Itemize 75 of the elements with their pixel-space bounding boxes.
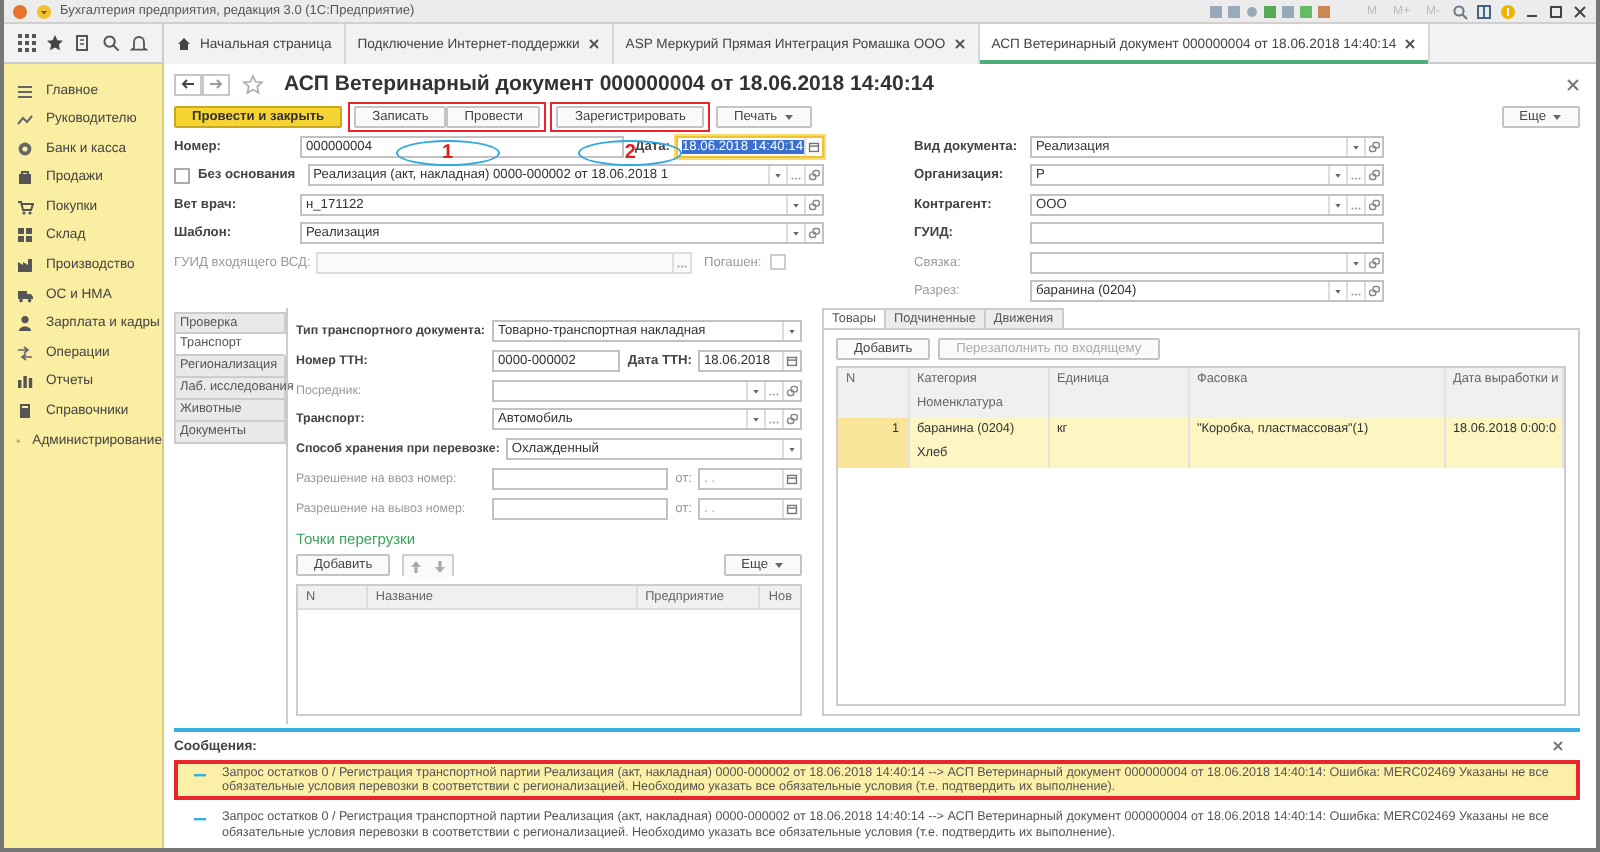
form-title: АСП Ветеринарный документ 000000004 от 18.06.2018 14:40:14 (284, 72, 935, 96)
dropdown-icon[interactable] (782, 440, 800, 459)
down-button[interactable] (428, 556, 453, 579)
caret-icon (774, 560, 784, 571)
dropdown-field[interactable] (492, 379, 802, 402)
input-field[interactable] (492, 467, 668, 490)
home-icon (176, 36, 192, 52)
forward-arrow-icon (208, 78, 224, 90)
close-icon[interactable] (1572, 3, 1588, 19)
down-arrow-icon (434, 560, 447, 575)
app-logo-icon (12, 3, 28, 19)
back-button[interactable] (174, 73, 202, 95)
dropdown-icon[interactable] (786, 195, 804, 214)
calendar-icon[interactable] (782, 499, 800, 518)
link-icon[interactable] (1364, 195, 1382, 214)
dropdown-icon[interactable] (782, 321, 800, 340)
up-button[interactable] (404, 556, 429, 579)
search-icon[interactable] (1452, 3, 1468, 19)
close-icon[interactable] (587, 38, 600, 50)
dropdown-icon[interactable] (786, 224, 804, 243)
up-arrow-icon (410, 560, 423, 575)
factory-icon (16, 256, 34, 275)
maximize-icon[interactable] (1548, 3, 1564, 19)
close-icon[interactable] (1552, 740, 1564, 752)
dash-icon (194, 772, 206, 778)
caret-icon (783, 112, 794, 122)
dropdown-icon[interactable] (1328, 281, 1346, 300)
dropdown-icon[interactable] (746, 410, 764, 429)
link-icon[interactable] (1364, 138, 1382, 156)
input-field[interactable] (1030, 222, 1384, 245)
dropdown-icon[interactable] (1328, 195, 1346, 214)
link-icon[interactable] (804, 195, 822, 214)
calendar-icon[interactable] (804, 138, 822, 156)
coin-icon (16, 139, 34, 158)
dropdown-icon[interactable] (1328, 166, 1346, 185)
bar-chart-icon (16, 372, 34, 391)
bell-icon[interactable] (130, 34, 149, 52)
book-icon (16, 402, 34, 421)
link-icon[interactable] (782, 381, 800, 400)
cart-icon (16, 197, 34, 216)
back-arrow-icon (180, 78, 196, 90)
link-icon[interactable] (804, 166, 822, 185)
dropdown-icon[interactable] (1346, 253, 1364, 272)
history-icon[interactable] (73, 34, 92, 52)
dropdown-icon[interactable] (768, 166, 786, 185)
star-icon[interactable] (45, 34, 64, 52)
dropdown-icon[interactable] (1346, 138, 1364, 156)
link-icon[interactable] (1364, 281, 1382, 300)
truck-icon (16, 285, 34, 304)
link-icon[interactable] (1364, 253, 1382, 272)
panel-icon[interactable] (1476, 3, 1492, 19)
close-icon[interactable] (953, 38, 966, 50)
link-icon[interactable] (782, 410, 800, 429)
bag-icon (16, 168, 34, 187)
checkbox[interactable] (174, 167, 190, 184)
search-icon[interactable] (102, 34, 121, 52)
input-field[interactable] (492, 497, 668, 520)
caret-icon (1552, 112, 1562, 122)
caret-icon[interactable] (36, 3, 52, 19)
close-icon[interactable] (1404, 38, 1417, 50)
grid-icon (16, 226, 34, 245)
star-icon[interactable] (242, 73, 264, 95)
calendar-icon[interactable] (782, 469, 800, 488)
link-icon[interactable] (1364, 166, 1382, 185)
menu-icon (16, 81, 34, 99)
dash-icon (194, 816, 206, 823)
link-icon[interactable] (804, 224, 822, 243)
apps-grid-icon[interactable] (17, 34, 36, 52)
dropdown-icon[interactable] (746, 381, 764, 400)
dropdown-field[interactable] (1030, 251, 1384, 274)
trend-icon (16, 110, 34, 129)
arrows-icon (16, 343, 34, 362)
close-icon[interactable] (1566, 77, 1580, 91)
person-icon (16, 314, 34, 333)
calendar-icon[interactable] (782, 351, 800, 370)
